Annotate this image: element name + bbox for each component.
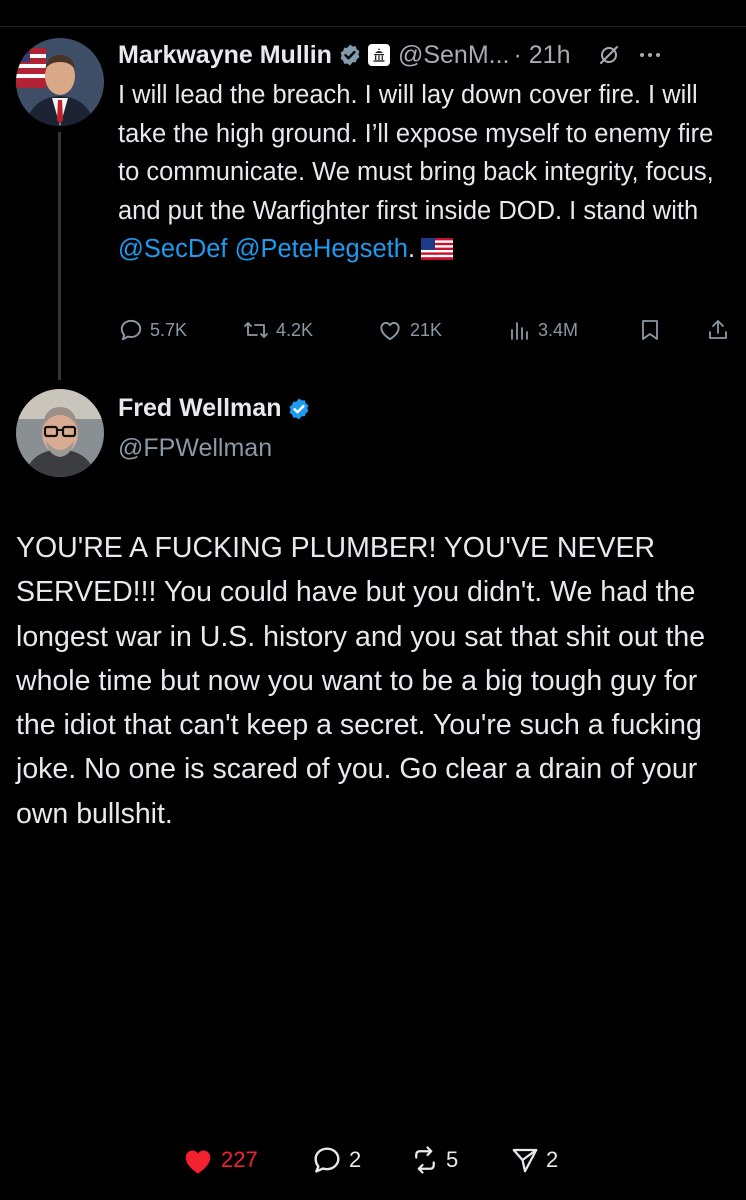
- blue-verified-icon: [287, 397, 311, 421]
- more-icon[interactable]: [638, 51, 662, 59]
- repost-count: 5: [446, 1147, 459, 1172]
- like-count: 227: [221, 1147, 258, 1172]
- views-button[interactable]: 3.4M: [508, 312, 578, 348]
- tweet-body: I will lead the breach. I will lay down …: [118, 76, 730, 272]
- top-divider: [0, 26, 746, 27]
- views-count: 3.4M: [538, 319, 579, 340]
- send-icon: [512, 1148, 538, 1173]
- repost-icon: [415, 1146, 435, 1174]
- bookmark-icon: [642, 320, 658, 340]
- us-flag-emoji: [421, 233, 454, 272]
- author-name[interactable]: Markwayne Mullin: [118, 41, 332, 70]
- like-icon: [380, 321, 400, 341]
- repost-button[interactable]: 5: [410, 1138, 458, 1182]
- like-button[interactable]: 227: [181, 1138, 258, 1182]
- share-icon: [709, 320, 727, 339]
- comment-count: 2: [349, 1147, 362, 1172]
- government-badge-icon: [367, 44, 390, 66]
- author-handle[interactable]: @FPWellman: [118, 434, 272, 463]
- tweet2-body: YOU'RE A FUCKING PLUMBER! YOU'VE NEVER S…: [16, 532, 706, 830]
- reply-count: 5.7K: [150, 319, 188, 340]
- tweet-time[interactable]: · 21h: [513, 41, 570, 70]
- avatar-fred-wellman[interactable]: [16, 389, 104, 477]
- gray-verified-icon: [338, 43, 362, 67]
- mention-secdef[interactable]: @SecDef: [118, 235, 228, 263]
- repost-count: 4.2K: [276, 319, 314, 340]
- tweet2-header: Fred Wellman: [118, 394, 311, 423]
- heart-filled-icon: [185, 1150, 211, 1174]
- tweet-text: I will lead the breach. I will lay down …: [118, 81, 714, 225]
- mention-petehegseth[interactable]: @PeteHegseth: [235, 235, 408, 263]
- reply-button[interactable]: 5.7K: [118, 312, 187, 348]
- grok-icon[interactable]: [598, 44, 620, 66]
- repost-button[interactable]: 4.2K: [242, 312, 313, 348]
- repost-icon: [244, 322, 268, 338]
- tweet-header: Markwayne Mullin @SenM... · 21h: [118, 38, 730, 72]
- author-name[interactable]: Fred Wellman: [118, 394, 281, 423]
- reply-icon: [120, 319, 142, 341]
- send-button[interactable]: 2: [510, 1138, 558, 1182]
- share-count: 2: [546, 1147, 559, 1172]
- comment-icon: [314, 1147, 340, 1173]
- share-button[interactable]: [706, 312, 730, 348]
- bottom-action-bar: 227 2 5 2: [0, 1138, 746, 1182]
- bookmark-button[interactable]: [638, 312, 662, 348]
- comment-button[interactable]: 2: [311, 1138, 361, 1182]
- views-icon: [511, 322, 528, 340]
- like-count: 21K: [410, 319, 443, 340]
- tweet-actions: 5.7K 4.2K 21K 3.4M: [118, 312, 730, 348]
- tweet-text-end: .: [407, 235, 416, 263]
- thread-line: [58, 132, 61, 380]
- avatar-markwayne-mullin[interactable]: [16, 38, 104, 126]
- like-button[interactable]: 21K: [376, 312, 442, 348]
- author-handle[interactable]: @SenM...: [398, 41, 510, 70]
